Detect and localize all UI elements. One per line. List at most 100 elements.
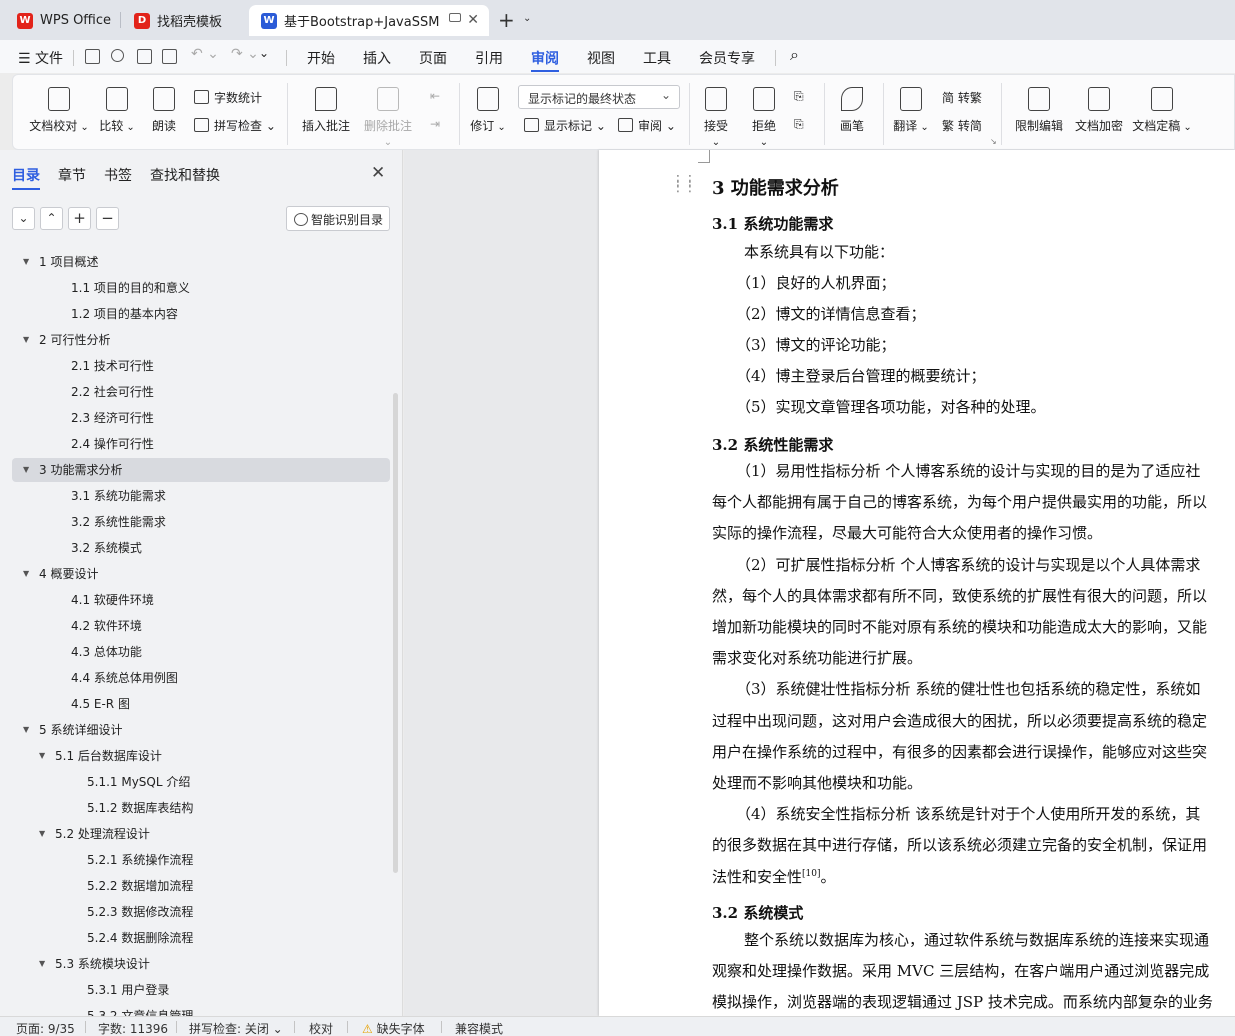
- word-count-button[interactable]: 字数统计: [194, 89, 262, 106]
- expand-toggle-icon[interactable]: ▼: [39, 744, 45, 768]
- print-preview-icon[interactable]: [162, 49, 177, 64]
- remove-heading-icon[interactable]: −: [96, 207, 119, 230]
- toc-item[interactable]: 5.1.1 MySQL 介绍: [12, 770, 390, 794]
- toc-item[interactable]: 5.2.1 系统操作流程: [12, 848, 390, 872]
- toc-item[interactable]: 5.2.4 数据删除流程: [12, 926, 390, 950]
- next-comment-icon[interactable]: ⇥: [430, 117, 440, 131]
- menu-insert[interactable]: 插入: [363, 48, 391, 68]
- add-heading-icon[interactable]: +: [68, 207, 91, 230]
- insert-comment-button[interactable]: 插入批注: [299, 87, 353, 134]
- toc-item[interactable]: ▼ 1 项目概述: [12, 250, 390, 274]
- markup-state-select[interactable]: 显示标记的最终状态: [518, 85, 680, 109]
- toc-item[interactable]: ▼ 5.1 后台数据库设计: [12, 744, 390, 768]
- nav-tab-sections[interactable]: 章节: [58, 165, 86, 185]
- toc-item[interactable]: 3.2 系统模式: [12, 536, 390, 560]
- collapse-chevron-icon[interactable]: ⌄: [12, 207, 35, 230]
- file-menu[interactable]: ☰ 文件: [18, 48, 63, 68]
- missing-font-status[interactable]: ⚠ 缺失字体: [362, 1020, 425, 1036]
- previous-change-icon[interactable]: ⎘: [794, 89, 804, 104]
- expand-toggle-icon[interactable]: ▼: [39, 822, 45, 846]
- toc-item[interactable]: 4.2 软件环境: [12, 614, 390, 638]
- read-aloud-button[interactable]: 朗读: [146, 87, 182, 134]
- toc-item[interactable]: ▼ 5.2 处理流程设计: [12, 822, 390, 846]
- toc-item[interactable]: 2.4 操作可行性: [12, 432, 390, 456]
- toc-item[interactable]: ▼ 2 可行性分析: [12, 328, 390, 352]
- new-tab-plus-icon[interactable]: +: [498, 8, 515, 32]
- document-page[interactable]: ⋮⋮ ⋮⋮ 3 功能需求分析 3.1 系统功能需求 本系统具有以下功能： （1）良好的人…: [599, 150, 1235, 1016]
- spell-check-status[interactable]: 拼写检查: 关闭 ⌄: [189, 1020, 283, 1036]
- share-icon[interactable]: [111, 49, 124, 62]
- toc-item[interactable]: 4.5 E-R 图: [12, 692, 390, 716]
- toc-item[interactable]: ▼ 5.3 系统模块设计: [12, 952, 390, 976]
- reject-button[interactable]: 拒绝: [747, 87, 781, 148]
- search-icon[interactable]: ⌕: [790, 45, 799, 65]
- delete-comment-button[interactable]: 删除批注: [361, 87, 415, 148]
- drag-handle-icon[interactable]: ⋮⋮ ⋮⋮: [671, 174, 697, 194]
- tab-wps-office[interactable]: W WPS Office: [5, 5, 115, 36]
- doc-check-button[interactable]: 文档校对: [29, 87, 89, 134]
- menu-home[interactable]: 开始: [307, 48, 335, 68]
- menu-member[interactable]: 会员专享: [699, 48, 755, 68]
- toc-item[interactable]: ▼ 4 概要设计: [12, 562, 390, 586]
- nav-tab-toc[interactable]: 目录: [12, 165, 40, 190]
- toc-scrollbar[interactable]: [393, 393, 398, 873]
- monitor-icon[interactable]: [449, 13, 461, 22]
- toc-item[interactable]: ▼ 3 功能需求分析: [12, 458, 390, 482]
- quick-access-chevron-icon[interactable]: ⌄: [259, 46, 269, 60]
- accept-button[interactable]: 接受: [699, 87, 733, 148]
- expand-toggle-icon[interactable]: ▼: [23, 562, 29, 586]
- finalize-button[interactable]: 文档定稿: [1131, 87, 1193, 134]
- dialog-launcher-icon[interactable]: ↘: [990, 137, 997, 146]
- menu-tools[interactable]: 工具: [643, 48, 671, 68]
- next-change-icon[interactable]: ⎘: [794, 117, 804, 132]
- toc-item[interactable]: ▼ 5 系统详细设计: [12, 718, 390, 742]
- expand-toggle-icon[interactable]: ▼: [23, 458, 29, 482]
- menu-page[interactable]: 页面: [419, 48, 447, 68]
- redo-icon[interactable]: ↷ ⌄: [231, 46, 259, 62]
- tab-current-document[interactable]: W 基于Bootstrap+JavaSSM+M ✕: [249, 5, 489, 36]
- expand-toggle-icon[interactable]: ▼: [39, 952, 45, 976]
- toc-item[interactable]: 3.1 系统功能需求: [12, 484, 390, 508]
- toc-item[interactable]: 1.2 项目的基本内容: [12, 302, 390, 326]
- show-markup-button[interactable]: 显示标记 ⌄: [524, 117, 606, 134]
- print-icon[interactable]: [137, 49, 152, 64]
- tab-docer-templates[interactable]: D 找稻壳模板: [122, 5, 244, 36]
- nav-tab-bookmarks[interactable]: 书签: [104, 165, 132, 185]
- toc-item[interactable]: 4.1 软硬件环境: [12, 588, 390, 612]
- ink-button[interactable]: 画笔: [835, 87, 869, 134]
- tab-list-chevron-icon[interactable]: ⌄: [523, 13, 531, 24]
- menu-review[interactable]: 审阅: [531, 48, 559, 72]
- previous-comment-icon[interactable]: ⇤: [430, 89, 440, 103]
- undo-icon[interactable]: ↶ ⌄: [191, 46, 219, 62]
- restrict-edit-button[interactable]: 限制编辑: [1011, 87, 1067, 134]
- toc-item[interactable]: 5.1.2 数据库表结构: [12, 796, 390, 820]
- expand-chevron-icon[interactable]: ⌃: [40, 207, 63, 230]
- expand-toggle-icon[interactable]: ▼: [23, 328, 29, 352]
- expand-toggle-icon[interactable]: ▼: [23, 250, 29, 274]
- menu-view[interactable]: 视图: [587, 48, 615, 68]
- citation-ref[interactable]: [10]: [802, 869, 820, 879]
- translate-button[interactable]: 翻译: [893, 87, 929, 134]
- save-icon[interactable]: [85, 49, 100, 64]
- menu-references[interactable]: 引用: [475, 48, 503, 68]
- toc-item[interactable]: 4.4 系统总体用例图: [12, 666, 390, 690]
- compare-button[interactable]: 比较: [97, 87, 137, 134]
- expand-toggle-icon[interactable]: ▼: [23, 718, 29, 742]
- toc-item[interactable]: 3.2 系统性能需求: [12, 510, 390, 534]
- toc-item[interactable]: 5.2.2 数据增加流程: [12, 874, 390, 898]
- toc-item[interactable]: 2.3 经济可行性: [12, 406, 390, 430]
- toc-item[interactable]: 4.3 总体功能: [12, 640, 390, 664]
- page-indicator[interactable]: 页面: 9/35: [16, 1020, 75, 1036]
- close-tab-icon[interactable]: ✕: [467, 12, 479, 28]
- smart-toc-button[interactable]: 智能识别目录: [286, 206, 390, 231]
- toc-item[interactable]: 1.1 项目的目的和意义: [12, 276, 390, 300]
- to-traditional-button[interactable]: 简 转繁: [942, 89, 982, 106]
- nav-tab-find-replace[interactable]: 查找和替换: [150, 165, 220, 185]
- spell-check-button[interactable]: 拼写检查 ⌄: [194, 117, 276, 134]
- toc-item[interactable]: 5.2.3 数据修改流程: [12, 900, 390, 924]
- word-count-indicator[interactable]: 字数: 11396: [98, 1020, 168, 1036]
- toc-item[interactable]: 5.3.1 用户登录: [12, 978, 390, 1002]
- toc-item[interactable]: 2.1 技术可行性: [12, 354, 390, 378]
- proofread-status[interactable]: 校对: [309, 1020, 333, 1036]
- to-simplified-button[interactable]: 繁 转简: [942, 117, 982, 134]
